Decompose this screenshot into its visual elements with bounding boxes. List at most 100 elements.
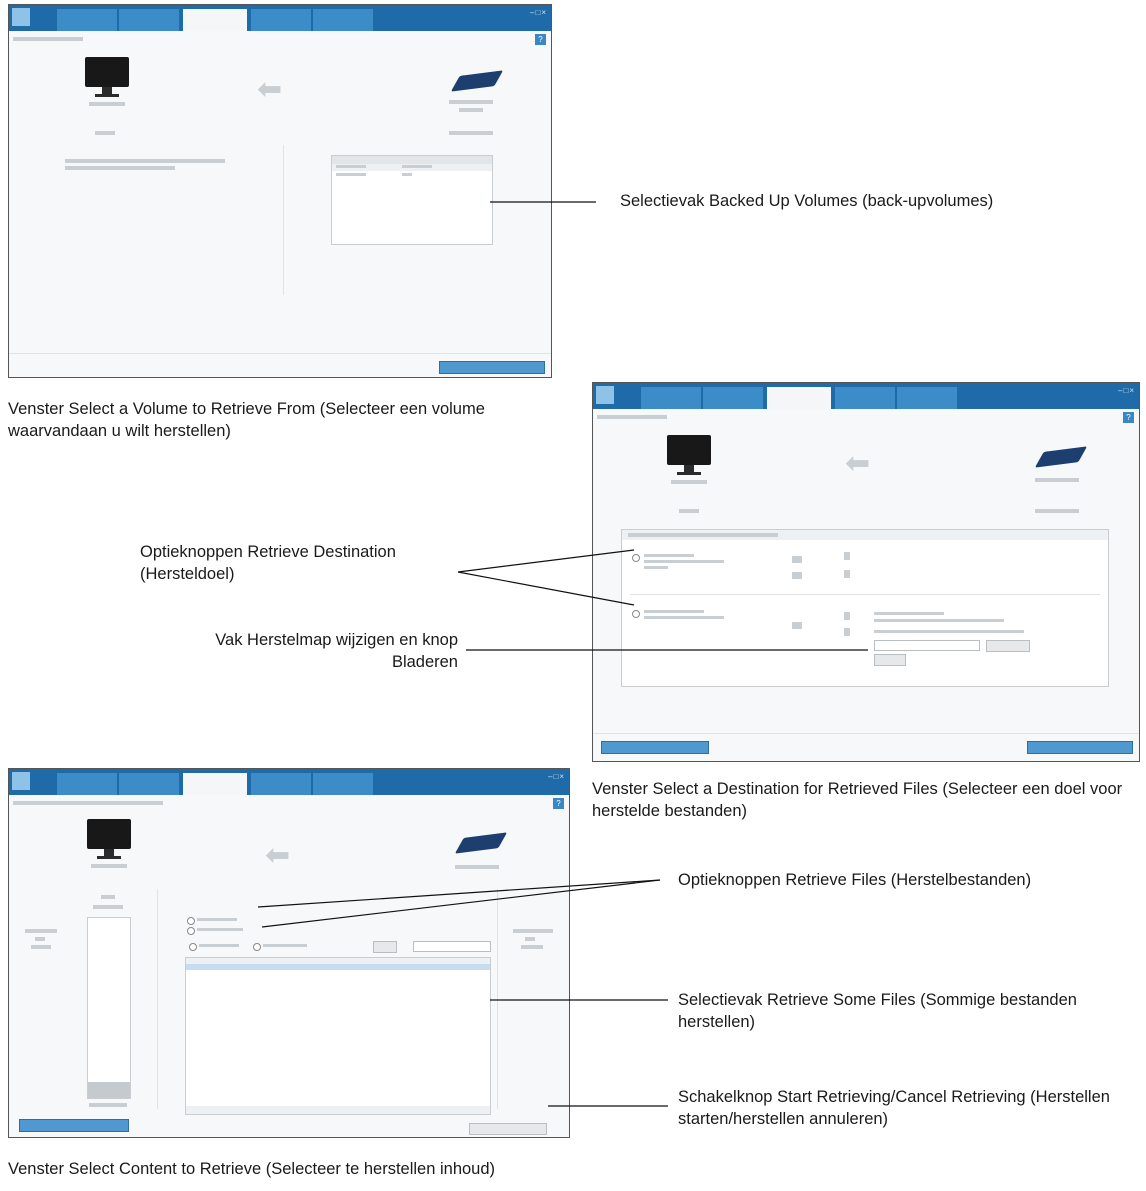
title-bar: –□× (593, 383, 1139, 409)
right-info-1 (513, 929, 553, 933)
computer-label (91, 864, 127, 868)
left-arrow-icon: ⬅ (845, 447, 871, 480)
radio-view-option-1[interactable] (189, 943, 197, 951)
caption-select-volume: Venster Select a Volume to Retrieve From… (8, 400, 485, 440)
computer-monitor-icon (85, 57, 129, 94)
window-select-destination: –□× ? ⬅ (592, 382, 1140, 762)
volume-size-label (93, 905, 123, 909)
window-select-volume: –□× ? ⬅ (8, 4, 552, 378)
window-controls[interactable]: –□× (1118, 386, 1135, 395)
radio-original-location[interactable] (632, 554, 640, 562)
tab-2[interactable] (119, 9, 179, 31)
callout-retrieve-destination: Optieknoppen Retrieve Destination (Herst… (140, 543, 396, 583)
radio-view-option-2[interactable] (253, 943, 261, 951)
app-logo-icon (12, 8, 30, 26)
usage-label (89, 1103, 127, 1107)
tab-5[interactable] (897, 387, 957, 409)
tab-1[interactable] (641, 387, 701, 409)
caption-select-destination: Venster Select a Destination for Retriev… (592, 780, 1123, 820)
start-cancel-retrieving-toggle[interactable] (469, 1123, 547, 1135)
callout-retrieve-files-options: Optieknoppen Retrieve Files (Herstelbest… (678, 871, 1032, 889)
title-bar: –□× (9, 5, 551, 31)
radio-retrieve-some-files[interactable] (187, 927, 195, 935)
external-drive-icon (450, 70, 504, 92)
left-arrow-icon: ⬅ (265, 839, 291, 872)
tab-4[interactable] (251, 773, 311, 795)
drive-label (1035, 478, 1079, 482)
monitor-stand (677, 472, 701, 475)
radio-retrieve-all-files[interactable] (187, 917, 195, 925)
retrieve-destination-panel (621, 529, 1109, 687)
drive-label (449, 100, 493, 104)
tab-1[interactable] (57, 9, 117, 31)
view-toggle-button[interactable] (373, 941, 397, 953)
left-arrow-icon: ⬅ (257, 73, 283, 106)
monitor-stand (97, 856, 121, 859)
window-select-content: –□× ? ⬅ (8, 768, 570, 1138)
external-drive-icon (454, 832, 508, 854)
tab-2[interactable] (119, 773, 179, 795)
tab-retrieve[interactable] (183, 9, 247, 31)
subtitle-line (13, 801, 163, 805)
browse-button[interactable] (986, 640, 1030, 652)
app-logo-icon (12, 772, 30, 790)
back-button[interactable] (601, 741, 709, 754)
subtitle-line (13, 37, 83, 41)
right-info-3 (521, 945, 543, 949)
instruction-line-2 (65, 166, 175, 170)
tab-retrieve[interactable] (767, 387, 831, 409)
backed-up-volumes-list[interactable] (331, 155, 493, 245)
divider (283, 145, 284, 295)
computer-volume-label (679, 509, 699, 513)
footer-divider (593, 733, 1139, 734)
volume-usage-bar (87, 917, 131, 1099)
computer-label (671, 480, 707, 484)
window-controls[interactable]: –□× (548, 772, 565, 781)
divider-left (157, 889, 158, 1109)
callout-start-cancel-toggle: Schakelknop Start Retrieving/Cancel Retr… (678, 1088, 1110, 1128)
tab-4[interactable] (251, 9, 311, 31)
computer-volume-label (95, 131, 115, 135)
window-controls[interactable]: –□× (530, 8, 547, 17)
tab-4[interactable] (835, 387, 895, 409)
callout-change-folder: Vak Herstelmap wijzigen en knop Bladeren (215, 631, 458, 671)
instruction-line-1 (65, 159, 225, 163)
drive-volume-label (1035, 509, 1079, 513)
radio-different-folder[interactable] (632, 610, 640, 618)
search-field[interactable] (413, 941, 491, 952)
footer-divider (9, 353, 551, 354)
help-icon[interactable]: ? (553, 798, 564, 809)
computer-monitor-icon (667, 435, 711, 472)
tab-2[interactable] (703, 387, 763, 409)
tab-1[interactable] (57, 773, 117, 795)
left-info-3 (31, 945, 51, 949)
tab-5[interactable] (313, 9, 373, 31)
app-logo-icon (596, 386, 614, 404)
callout-retrieve-some-files: Selectievak Retrieve Some Files (Sommige… (678, 991, 1077, 1031)
volume-label (101, 895, 115, 899)
help-icon[interactable]: ? (535, 34, 546, 45)
computer-monitor-icon (87, 819, 131, 856)
callout-backed-up-volumes: Selectievak Backed Up Volumes (back-upvo… (620, 192, 994, 210)
caption-select-content: Venster Select Content to Retrieve (Sele… (8, 1160, 496, 1178)
external-drive-icon (1034, 446, 1088, 468)
next-button[interactable] (1027, 741, 1133, 754)
left-info-1 (25, 929, 57, 933)
left-info-2 (35, 937, 45, 941)
drive-label-2 (459, 108, 483, 112)
drive-label (455, 865, 499, 869)
back-button[interactable] (19, 1119, 129, 1132)
apply-button[interactable] (874, 654, 906, 666)
divider-right (497, 889, 498, 1109)
change-folder-field[interactable] (874, 640, 980, 651)
next-button[interactable] (439, 361, 545, 374)
title-bar: –□× (9, 769, 569, 795)
computer-label (89, 102, 125, 106)
tab-5[interactable] (313, 773, 373, 795)
subtitle-line (597, 415, 667, 419)
retrieve-some-files-list[interactable] (185, 957, 491, 1115)
tab-retrieve[interactable] (183, 773, 247, 795)
help-icon[interactable]: ? (1123, 412, 1134, 423)
drive-volume-label (449, 131, 493, 135)
right-info-2 (525, 937, 535, 941)
